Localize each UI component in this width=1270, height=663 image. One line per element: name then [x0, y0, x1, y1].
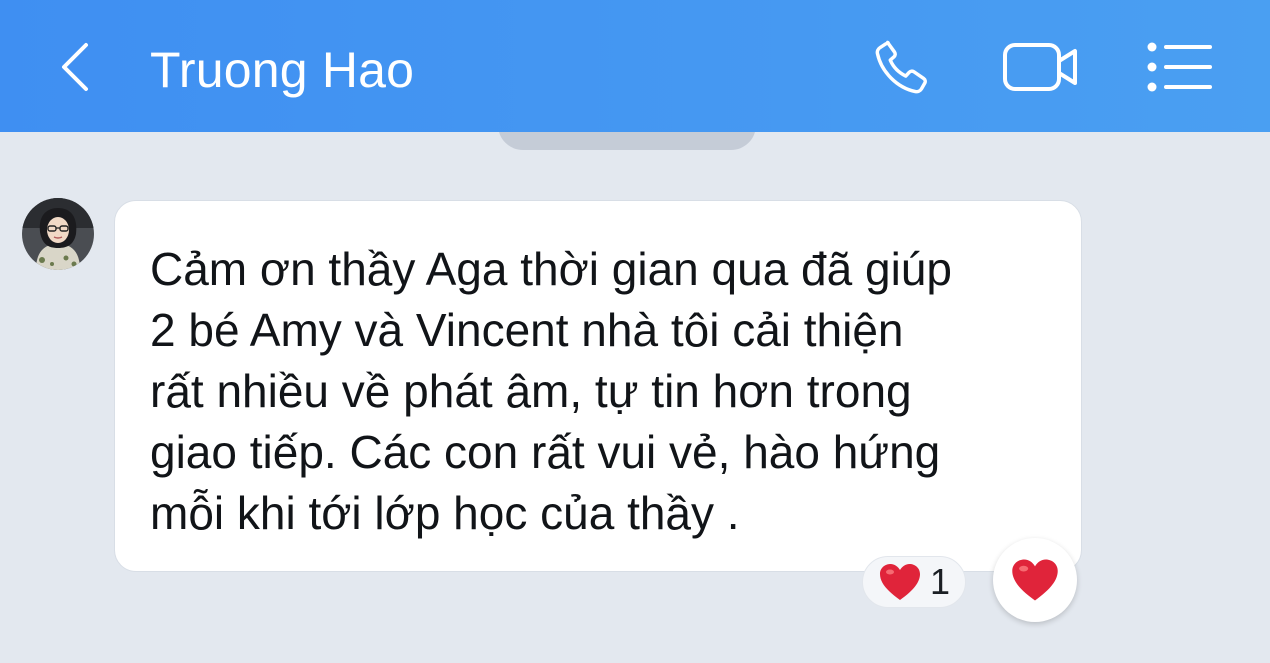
reaction-count: 1 [929, 561, 951, 602]
video-call-button[interactable] [998, 34, 1084, 100]
message-bubble[interactable]: Cảm ơn thầy Aga thời gian qua đã giúp 2 … [114, 200, 1082, 572]
contact-name[interactable]: Truong Hao [150, 40, 414, 100]
heart-icon [1012, 559, 1058, 601]
avatar-photo [22, 198, 94, 270]
chat-menu-button[interactable] [1140, 34, 1220, 100]
chat-header: Truong Hao [0, 0, 1270, 132]
add-reaction-button[interactable] [993, 538, 1077, 622]
voice-call-button[interactable] [866, 34, 938, 100]
sender-avatar[interactable] [22, 198, 94, 270]
reaction-summary[interactable]: 1 [862, 556, 966, 608]
phone-icon [875, 40, 927, 94]
chevron-left-icon [62, 43, 88, 91]
back-button[interactable] [50, 35, 100, 99]
message-text: Cảm ơn thầy Aga thời gian qua đã giúp 2 … [150, 243, 952, 539]
heart-icon [879, 564, 920, 600]
list-menu-icon [1147, 42, 1212, 92]
video-camera-icon [1003, 43, 1077, 91]
